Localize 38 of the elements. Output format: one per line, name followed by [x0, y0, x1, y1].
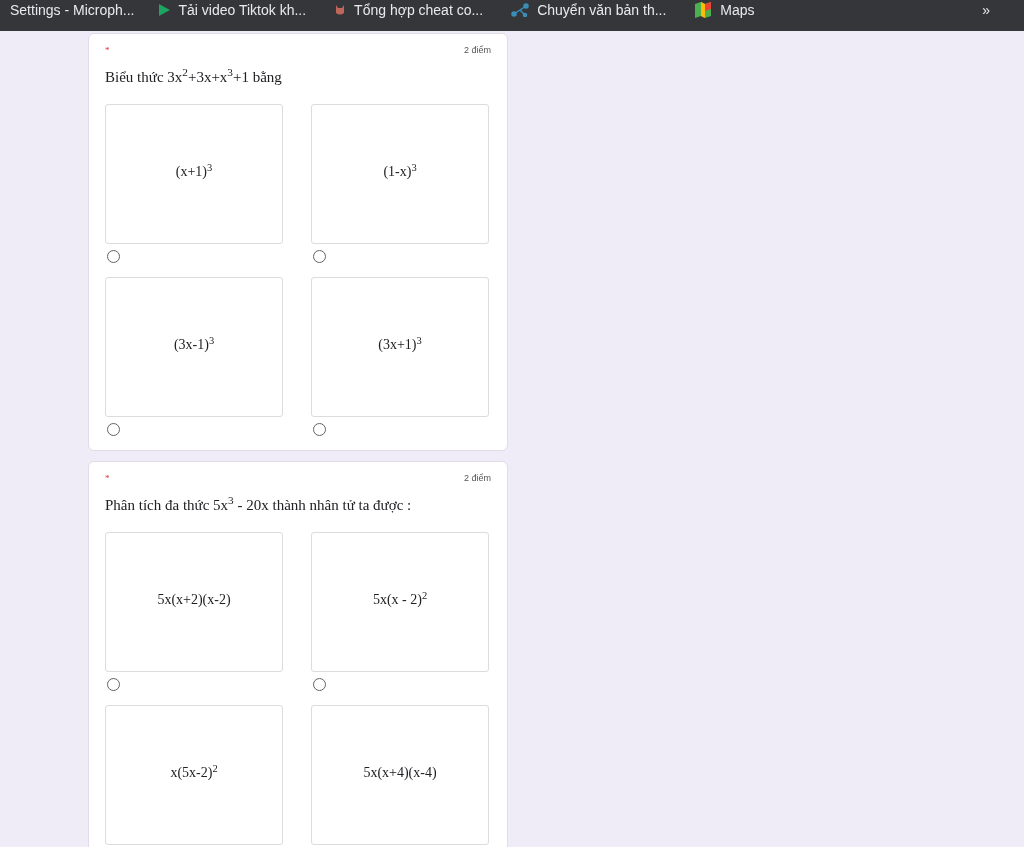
- question-text: Biểu thức 3x$^{2}$+3x+x$^{3}$+1 bằng: [105, 65, 283, 87]
- option-text: x(5x-2)$^{2}$: [170, 762, 218, 782]
- cat-icon: [334, 3, 347, 16]
- option-text: (x+1)$^{3}$: [175, 161, 213, 181]
- option-card[interactable]: 5x(x - 2)$^{2}$: [311, 532, 489, 672]
- option-text: (3x-1)$^{3}$: [173, 334, 215, 354]
- more-bookmarks-button[interactable]: »: [982, 2, 990, 17]
- bookmark-link[interactable]: Tải video Tiktok kh...: [156, 2, 307, 17]
- required-mark: *: [105, 44, 110, 57]
- radio-button[interactable]: [313, 678, 326, 691]
- required-mark: *: [105, 472, 110, 485]
- option-text: 5x(x+4)(x-4): [363, 764, 437, 782]
- bookmark-link[interactable]: Chuyển văn bản th...: [511, 2, 667, 17]
- option-text: 5x(x - 2)$^{2}$: [372, 589, 428, 609]
- radio-button[interactable]: [107, 250, 120, 263]
- option-card[interactable]: (3x+1)$^{3}$: [311, 277, 489, 417]
- option-card[interactable]: (1-x)$^{3}$: [311, 104, 489, 244]
- radio-button[interactable]: [313, 423, 326, 436]
- option-text: (1-x)$^{3}$: [383, 161, 417, 181]
- bookmark-link[interactable]: Maps: [694, 1, 755, 18]
- option-card[interactable]: (3x-1)$^{3}$: [105, 277, 283, 417]
- map-icon: [694, 1, 713, 18]
- radio-button[interactable]: [107, 678, 120, 691]
- option-card[interactable]: 5x(x+4)(x-4): [311, 705, 489, 845]
- bookmark-link[interactable]: Settings - Microph...: [10, 2, 135, 17]
- play-icon: [156, 2, 171, 17]
- radio-button[interactable]: [313, 250, 326, 263]
- bookmark-link[interactable]: Tổng hợp cheat co...: [334, 2, 484, 17]
- network-icon: [511, 2, 530, 17]
- question-text: Phân tích đa thức 5x$^{3}$ - 20x thành nhân tử ta được :: [105, 493, 413, 515]
- points-label: 2 điểm: [464, 472, 491, 485]
- option-card[interactable]: x(5x-2)$^{2}$: [105, 705, 283, 845]
- option-card[interactable]: (x+1)$^{3}$: [105, 104, 283, 244]
- option-card[interactable]: 5x(x+2)(x-2): [105, 532, 283, 672]
- radio-button[interactable]: [107, 423, 120, 436]
- points-label: 2 điểm: [464, 44, 491, 57]
- option-text: 5x(x+2)(x-2): [157, 591, 231, 609]
- option-text: (3x+1)$^{3}$: [378, 334, 422, 354]
